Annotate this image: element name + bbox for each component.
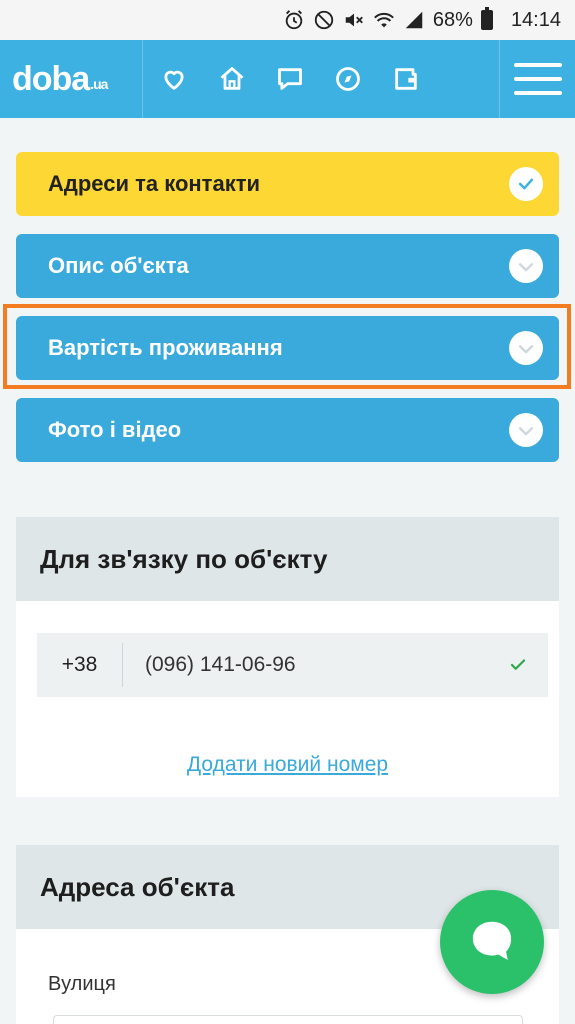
app-header: doba .ua: [0, 40, 575, 118]
nav-icons: [143, 40, 499, 118]
battery-percent: 68%: [432, 8, 473, 31]
hamburger-menu-icon[interactable]: [499, 40, 575, 118]
tab-photo-video[interactable]: Фото і відео: [16, 398, 559, 462]
check-icon: [509, 249, 543, 283]
phone-field[interactable]: +38 (096) 141-06-96: [37, 633, 548, 697]
chat-bubble-icon: [472, 921, 512, 960]
street-label: Вулиця: [48, 973, 116, 995]
contact-card: Для зв'язку по об'єкту +38 (096) 141-06-…: [16, 517, 559, 797]
highlight-frame: [3, 304, 571, 389]
tab-object-description[interactable]: Опис об'єкта: [16, 234, 559, 298]
status-bar: 68% 14:14: [0, 0, 575, 40]
check-icon: [509, 413, 543, 447]
battery-icon: [480, 7, 493, 30]
wifi-icon: [373, 9, 395, 31]
tab-label: Адреси та контакти: [48, 171, 260, 196]
street-input[interactable]: [53, 1015, 523, 1024]
compass-icon[interactable]: [331, 62, 365, 96]
mute-icon: [343, 9, 365, 31]
wallet-icon[interactable]: [389, 62, 423, 96]
logo-main: doba: [12, 59, 90, 98]
check-icon: [509, 167, 543, 201]
chat-fab[interactable]: [440, 890, 544, 994]
do-not-disturb-icon: [313, 9, 335, 31]
chat-icon[interactable]: [273, 62, 307, 96]
home-icon[interactable]: [215, 62, 249, 96]
logo[interactable]: doba .ua: [0, 40, 143, 118]
logo-suffix: .ua: [90, 76, 108, 92]
signal-icon: [403, 9, 425, 31]
tab-addresses-contacts[interactable]: Адреси та контакти: [16, 152, 559, 216]
alarm-icon: [283, 9, 305, 31]
add-phone-link[interactable]: Додати новий номер: [16, 753, 559, 777]
phone-code: +38: [37, 643, 123, 687]
tab-label: Фото і відео: [48, 417, 182, 442]
verified-check-icon: [488, 656, 548, 674]
tab-label: Опис об'єкта: [48, 253, 189, 278]
contact-card-title: Для зв'язку по об'єкту: [16, 517, 559, 601]
heart-icon[interactable]: [157, 62, 191, 96]
clock: 14:14: [510, 8, 561, 31]
phone-number[interactable]: (096) 141-06-96: [123, 653, 488, 677]
